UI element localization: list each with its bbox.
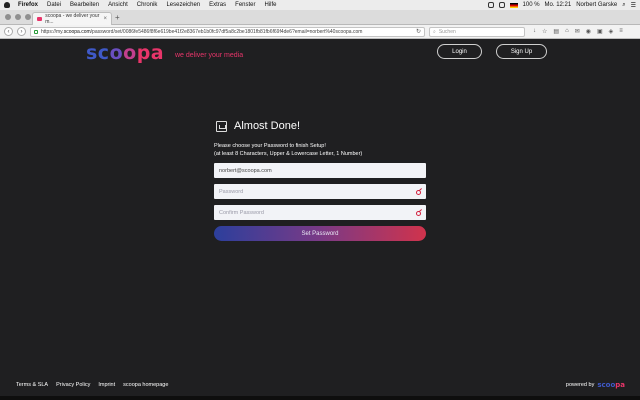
toolbar-icons: ↓ ☆ ▤ ⌂ ✉ ◉ ▣ ◈ ≡: [533, 28, 623, 35]
bookmark-star-icon[interactable]: ☆: [542, 28, 547, 35]
url-text: https://my.scoopa.com/password/set/0086f…: [41, 28, 363, 35]
menubar-status-area: 100 % Mo. 12:21 Norbert Garske ⌕ ☰: [487, 2, 636, 9]
search-placeholder: Suchen: [438, 28, 456, 35]
instructions-line-2: (at least 8 Characters, Upper & Lowercas…: [214, 151, 363, 157]
mail-icon[interactable]: ✉: [575, 28, 580, 35]
powered-by: powered by scoopa: [566, 381, 625, 389]
email-field[interactable]: norbert@scoopa.com: [214, 163, 426, 178]
url-bar[interactable]: https://my.scoopa.com/password/set/0086f…: [30, 26, 425, 37]
menu-chronik[interactable]: Chronik: [137, 2, 158, 8]
instructions: Please choose your Password to finish Se…: [214, 142, 426, 158]
card-header: Almost Done!: [216, 118, 426, 134]
browser-search-bar[interactable]: ⌕ Suchen: [429, 26, 525, 37]
set-password-button[interactable]: Set Password: [214, 226, 426, 241]
mailbox-icon: [216, 120, 227, 132]
scoopa-logo[interactable]: scoopa: [86, 41, 164, 65]
browser-tab-strip: scoopa - we deliver your m... × +: [0, 10, 640, 25]
key-icon: [416, 210, 421, 216]
set-password-card: Almost Done! Please choose your Password…: [214, 118, 426, 241]
card-title: Almost Done!: [234, 120, 301, 132]
menu-fenster[interactable]: Fenster: [235, 2, 255, 8]
logo-wordmark: scoopa: [86, 42, 165, 64]
forward-icon[interactable]: ›: [17, 27, 26, 36]
dropbox-icon[interactable]: [487, 2, 494, 8]
menu-hilfe[interactable]: Hilfe: [265, 2, 277, 8]
reading-list-icon[interactable]: ▤: [553, 28, 559, 35]
scoopa-favicon-icon: [37, 17, 43, 21]
clock[interactable]: Mo. 12:21: [545, 2, 572, 8]
download-icon[interactable]: ↓: [533, 28, 536, 35]
menu-lesezeichen[interactable]: Lesezeichen: [166, 2, 200, 8]
signup-button[interactable]: Sign Up: [496, 44, 547, 59]
confirm-password-field[interactable]: Confirm Password: [214, 205, 426, 220]
german-flag-icon[interactable]: [509, 2, 518, 8]
tab-title: scoopa - we deliver your m...: [45, 13, 100, 25]
minimize-window-button[interactable]: [15, 14, 21, 20]
browser-tab-active[interactable]: scoopa - we deliver your m... ×: [32, 12, 112, 25]
footer-links: Terms & SLA Privacy Policy Imprint scoop…: [16, 382, 168, 388]
powered-by-logo[interactable]: scoopa: [597, 381, 625, 389]
reload-icon[interactable]: ↻: [416, 28, 421, 35]
spotlight-icon[interactable]: ⌕: [622, 2, 625, 9]
extension-icon[interactable]: ▣: [597, 28, 603, 35]
footer-link-homepage[interactable]: scoopa homepage: [123, 382, 168, 388]
back-icon[interactable]: ‹: [4, 27, 13, 36]
search-icon: ⌕: [433, 28, 436, 35]
password-field[interactable]: Password: [214, 184, 426, 199]
key-icon: [416, 189, 421, 195]
battery-level[interactable]: 100 %: [523, 2, 540, 8]
confirm-password-placeholder: Confirm Password: [219, 209, 264, 216]
menu-datei[interactable]: Datei: [47, 2, 61, 8]
bottom-strip: [0, 396, 640, 400]
menu-extras[interactable]: Extras: [209, 2, 226, 8]
login-button[interactable]: Login: [437, 44, 482, 59]
close-window-button[interactable]: [5, 14, 11, 20]
window-controls: [5, 14, 31, 20]
menu-ansicht[interactable]: Ansicht: [108, 2, 128, 8]
home-icon[interactable]: ⌂: [565, 28, 569, 35]
email-value: norbert@scoopa.com: [219, 167, 272, 174]
footer-link-terms[interactable]: Terms & SLA: [16, 382, 48, 388]
menu-bearbeiten[interactable]: Bearbeiten: [70, 2, 99, 8]
powered-by-label: powered by: [565, 382, 595, 388]
menu-hamburger-icon[interactable]: ≡: [619, 28, 623, 35]
browser-nav-bar: ‹ › https://my.scoopa.com/password/set/0…: [0, 25, 640, 39]
wifi-icon[interactable]: [498, 2, 505, 8]
user-name[interactable]: Norbert Garske: [576, 2, 617, 8]
menu-app-name[interactable]: Firefox: [18, 2, 38, 8]
tagline: we deliver your media: [175, 52, 244, 59]
extension-2-icon[interactable]: ◈: [609, 28, 614, 35]
footer-link-privacy[interactable]: Privacy Policy: [56, 382, 90, 388]
pocket-icon[interactable]: ◉: [586, 28, 591, 35]
list-icon[interactable]: ☰: [631, 2, 636, 9]
tab-close-icon[interactable]: ×: [103, 16, 107, 22]
lock-icon: [34, 29, 38, 34]
zoom-window-button[interactable]: [25, 14, 31, 20]
macos-menu-bar: Firefox Datei Bearbeiten Ansicht Chronik…: [0, 0, 640, 10]
instructions-line-1: Please choose your Password to finish Se…: [214, 143, 326, 149]
new-tab-button[interactable]: +: [115, 13, 120, 22]
footer-link-imprint[interactable]: Imprint: [98, 382, 115, 388]
password-placeholder: Password: [219, 188, 244, 195]
apple-icon[interactable]: [4, 2, 10, 8]
